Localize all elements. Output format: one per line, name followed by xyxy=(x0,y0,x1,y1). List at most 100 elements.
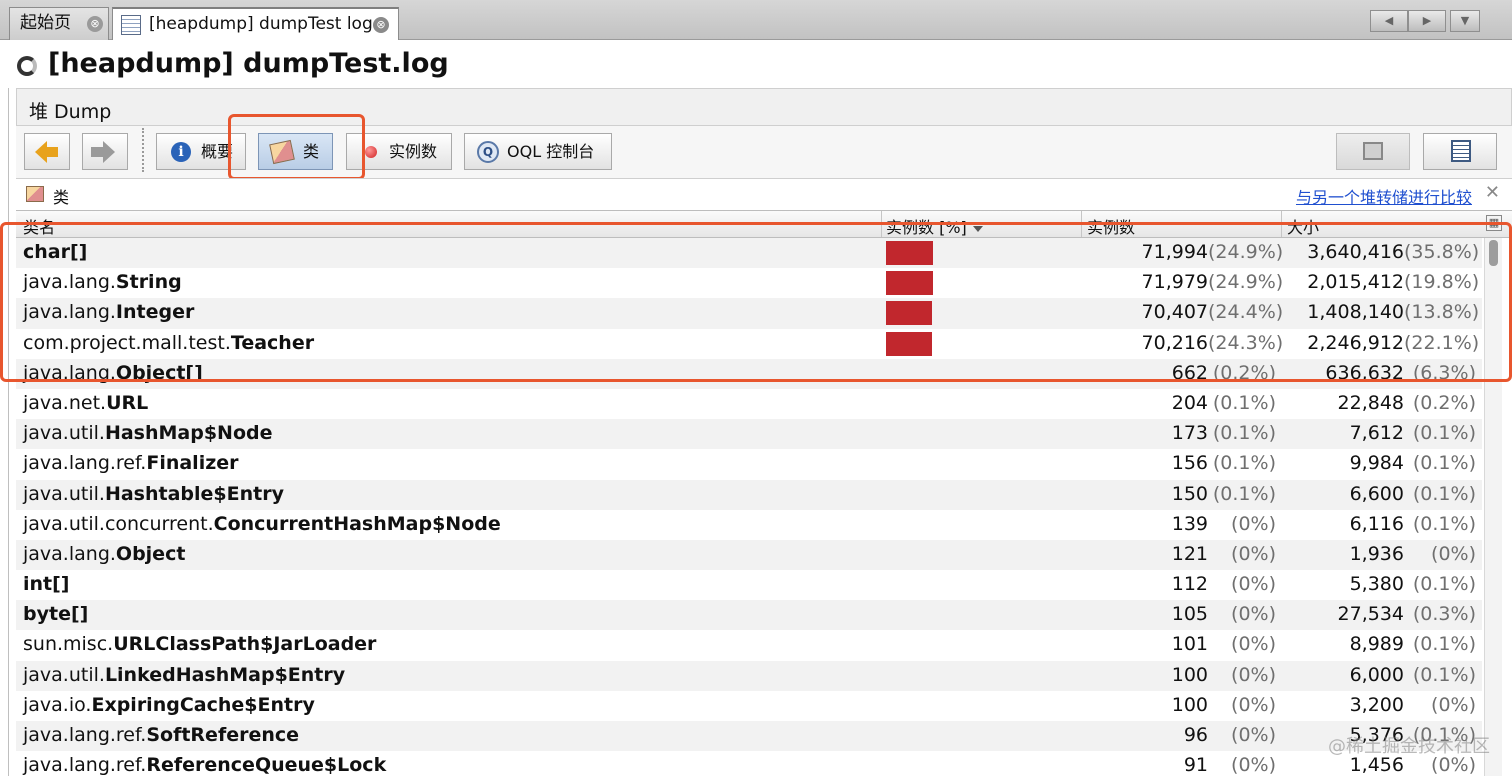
size-value: 3,200 xyxy=(1349,693,1404,716)
table-header: 类名 实例数 [%] 实例数 大小 ▦ xyxy=(16,210,1512,238)
size-cell: 2,015,412(19.8%) xyxy=(1307,271,1480,294)
vertical-scrollbar[interactable] xyxy=(1484,238,1502,776)
table-row[interactable]: char[] 71,994(24.9%) 3,640,416(35.8%) xyxy=(16,238,1482,269)
panel-title: 类 xyxy=(53,188,70,207)
table-row[interactable]: java.io.ExpiringCache$Entry 100 (0%) 3,200 (… xyxy=(16,690,1482,721)
table-row[interactable]: java.lang.ref.Finalizer 156 (0.1%) 9,984 (0.… xyxy=(16,449,1482,480)
snapshot-icon xyxy=(1363,142,1383,160)
instances-cell: 204 (0.1%) xyxy=(1172,392,1276,414)
instances-cell: 112 (0%) xyxy=(1172,573,1276,595)
instances-cell: 70,216(24.3%) xyxy=(1141,331,1284,354)
class-simple-name: byte[] xyxy=(23,603,89,626)
instances-bar-cell xyxy=(882,392,1081,416)
panel-close-icon[interactable]: ✕ xyxy=(1485,182,1500,203)
size-percent: (0.1%) xyxy=(1412,482,1476,505)
size-percent: (19.8%) xyxy=(1404,271,1480,294)
export-button[interactable] xyxy=(1423,133,1497,170)
size-value: 27,534 xyxy=(1337,603,1404,626)
table-row[interactable]: java.util.Hashtable$Entry 150 (0.1%) 6,600(… xyxy=(16,479,1482,510)
instances-value: 71,994 xyxy=(1141,241,1208,263)
class-package: java.util. xyxy=(23,663,105,686)
table-row[interactable]: java.lang.Integer 70,407(24.4%) 1,408,140(… xyxy=(16,298,1482,329)
table-row[interactable]: java.lang.ref.ReferenceQueue$Lock 91 (0%) 1… xyxy=(16,751,1482,781)
table-row[interactable]: java.lang.ref.SoftReference 96 (0%) 5,376 (0… xyxy=(16,721,1482,752)
instances-bar-cell xyxy=(882,513,1081,537)
tab-scroll-left-button[interactable]: ◀ xyxy=(1370,10,1408,32)
instances-value: 156 xyxy=(1171,452,1208,475)
table-row[interactable]: sun.misc.URLClassPath$JarLoader 101 (0%) 8,… xyxy=(16,630,1482,661)
class-simple-name: Object[] xyxy=(115,361,203,384)
size-percent: (0%) xyxy=(1431,542,1476,565)
instance-dot-icon xyxy=(365,146,377,158)
scrollbar-thumb[interactable] xyxy=(1489,240,1498,266)
table-row[interactable]: int[] 112 (0%) 5,380 (0.1%) xyxy=(16,570,1482,601)
class-package: java.lang.ref. xyxy=(23,754,147,777)
column-header-instances-pct[interactable]: 实例数 [%] xyxy=(886,214,983,238)
table-row[interactable]: java.lang.Object[] 662 (0.2%) 636,632 (6.3%) xyxy=(16,358,1482,389)
editor-tab-strip: 起始页 ⊗ [heapdump] dumpTest log ⊗ ◀ ▶ ▼ xyxy=(0,0,1512,40)
class-package: java.lang. xyxy=(23,301,116,324)
instances-cell: 121 (0%) xyxy=(1172,543,1276,565)
size-percent: (22.1%) xyxy=(1404,331,1480,354)
class-name-cell: sun.misc.URLClassPath$JarLoader xyxy=(23,633,376,655)
class-package: java.lang. xyxy=(23,271,116,294)
table-row[interactable]: java.util.concurrent.ConcurrentHashMap$N… xyxy=(16,509,1482,540)
instances-percent: (0%) xyxy=(1231,663,1276,686)
class-package: java.io. xyxy=(23,693,92,716)
size-value: 1,408,140 xyxy=(1307,301,1404,324)
class-simple-name: Teacher xyxy=(230,331,315,354)
class-simple-name: URLClassPath$JarLoader xyxy=(113,633,377,656)
tab-list-dropdown-button[interactable]: ▼ xyxy=(1450,10,1480,32)
class-simple-name: ReferenceQueue$Lock xyxy=(146,754,387,777)
size-cell: 6,116 (0.1%) xyxy=(1350,513,1476,535)
size-cell: 7,612 (0.1%) xyxy=(1350,422,1476,444)
class-name-cell: java.lang.String xyxy=(23,271,182,293)
instances-percent: (0.1%) xyxy=(1212,391,1276,414)
info-icon: i xyxy=(171,142,191,162)
tab-start-page[interactable]: 起始页 ⊗ xyxy=(9,7,109,40)
instances-value: 139 xyxy=(1171,512,1208,535)
table-row[interactable]: java.net.URL 204 (0.1%) 22,848 (0.2%) xyxy=(16,388,1482,420)
class-name-cell: int[] xyxy=(23,573,70,595)
table-row[interactable]: java.util.HashMap$Node 173 (0.1%) 7,612 (0.1… xyxy=(16,419,1482,450)
snapshot-button[interactable] xyxy=(1336,133,1410,170)
toolbar-separator xyxy=(142,128,144,172)
class-name-cell: java.net.URL xyxy=(23,392,148,414)
instances-bar-cell xyxy=(882,241,1081,265)
instances-value: 70,216 xyxy=(1141,331,1208,354)
column-header-instances[interactable]: 实例数 xyxy=(1087,214,1135,238)
tab-start-page-close-icon[interactable]: ⊗ xyxy=(87,16,103,32)
table-row[interactable]: java.lang.String 71,979(24.9%) 2,015,412(1… xyxy=(16,268,1482,299)
classes-button[interactable]: 类 xyxy=(258,133,333,170)
table-row[interactable]: java.lang.Object 121 (0%) 1,936 (0%) xyxy=(16,539,1482,571)
instances-bar-cell xyxy=(882,452,1081,476)
size-percent: (0.1%) xyxy=(1412,633,1476,656)
instances-bar-cell xyxy=(882,754,1081,778)
class-simple-name: URL xyxy=(106,391,149,414)
size-cell: 5,380 (0.1%) xyxy=(1350,573,1476,595)
table-row[interactable]: java.util.LinkedHashMap$Entry 100 (0%) 6,00… xyxy=(16,660,1482,691)
back-button[interactable] xyxy=(24,133,70,170)
class-simple-name: ConcurrentHashMap$Node xyxy=(213,512,501,535)
instances-percent: (0%) xyxy=(1231,603,1276,626)
instances-bar xyxy=(886,241,933,265)
sort-descending-icon xyxy=(972,225,983,232)
table-row[interactable]: com.project.mall.test.Teacher 70,216(24.3… xyxy=(16,328,1482,359)
tab-scroll-right-button[interactable]: ▶ xyxy=(1408,10,1446,32)
instances-value: 70,407 xyxy=(1141,301,1208,324)
table-row[interactable]: byte[] 105 (0%) 27,534 (0.3%) xyxy=(16,600,1482,631)
column-header-class-name[interactable]: 类名 xyxy=(23,214,55,238)
compare-heap-dump-link[interactable]: 与另一个堆转储进行比较 xyxy=(1296,184,1472,208)
size-percent: (0.1%) xyxy=(1412,452,1476,475)
class-name-cell: java.lang.Integer xyxy=(23,301,194,323)
summary-button[interactable]: i 概要 xyxy=(156,133,246,170)
column-chooser-icon[interactable]: ▦ xyxy=(1486,215,1502,231)
tab-heapdump[interactable]: [heapdump] dumpTest log ⊗ xyxy=(112,7,399,40)
column-header-size[interactable]: 大小 xyxy=(1287,214,1319,238)
tab-heapdump-close-icon[interactable]: ⊗ xyxy=(373,17,389,33)
size-cell: 9,984 (0.1%) xyxy=(1350,452,1476,474)
forward-button[interactable] xyxy=(82,133,128,170)
oql-console-button[interactable]: Q OQL 控制台 xyxy=(464,133,612,170)
size-value: 22,848 xyxy=(1337,391,1404,414)
instances-button[interactable]: 实例数 xyxy=(346,133,452,170)
